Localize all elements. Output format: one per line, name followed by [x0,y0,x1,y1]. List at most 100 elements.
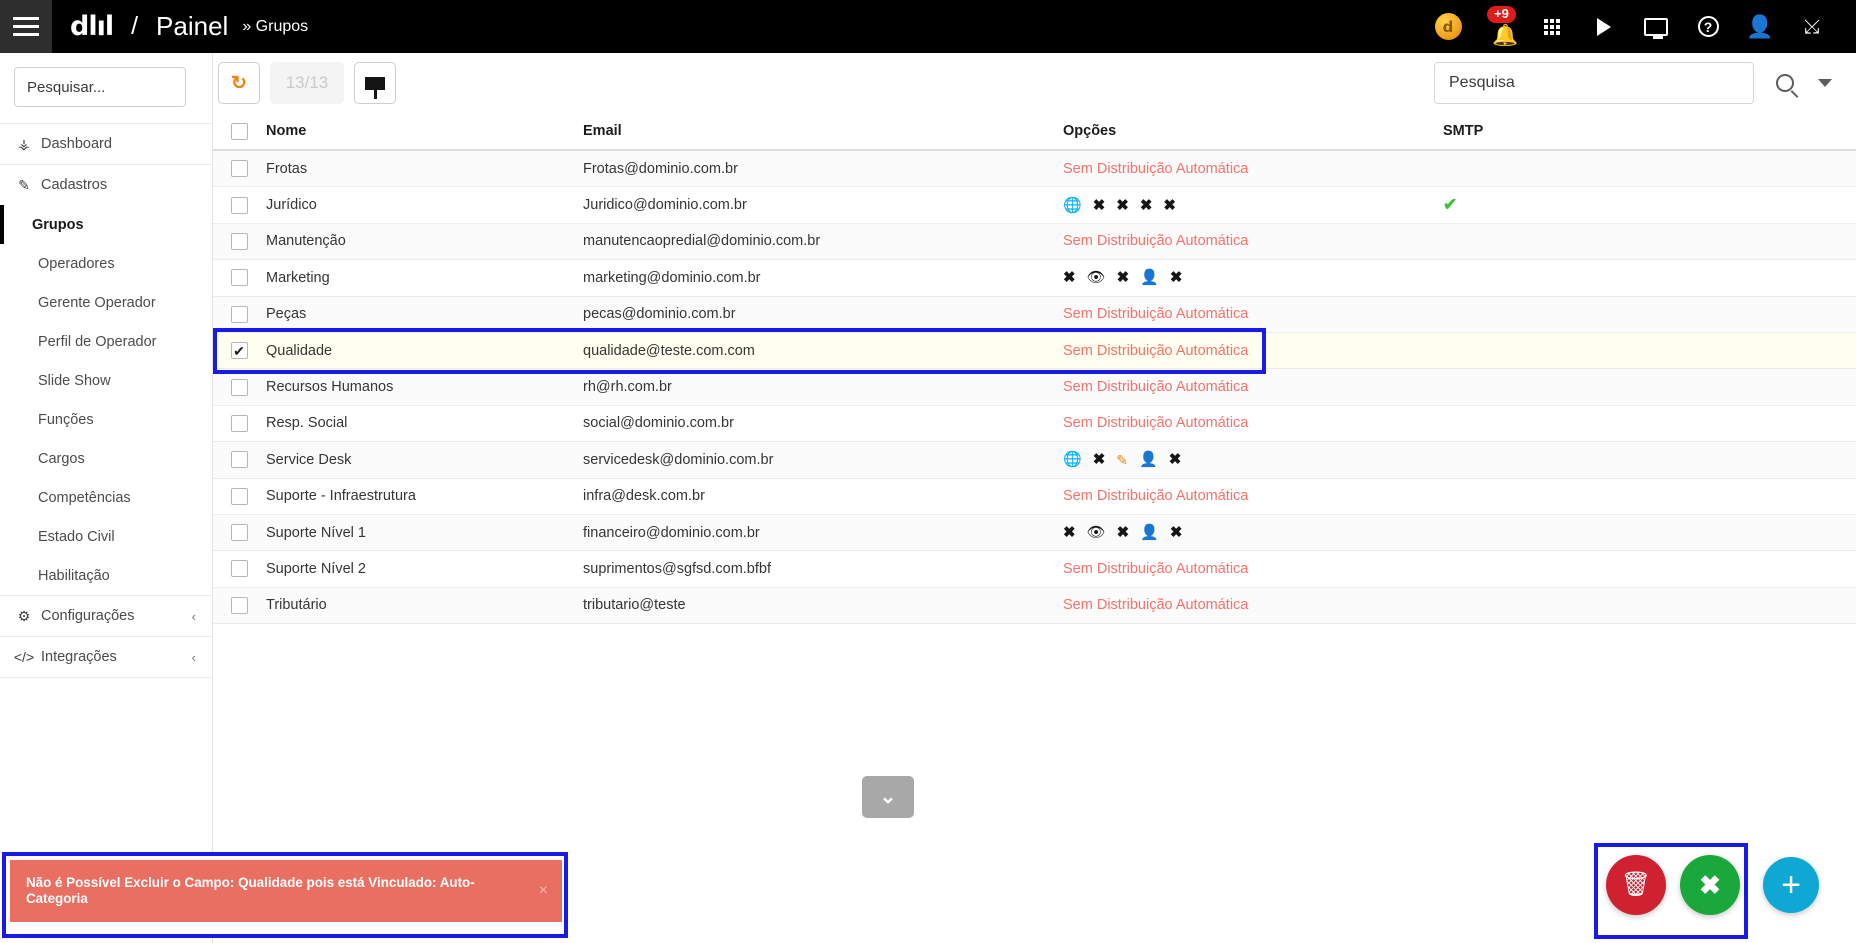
table-row[interactable]: Peças pecas@dominio.com.br Sem Distribuiçã… [213,296,1856,333]
apps-grid-icon[interactable] [1526,0,1578,53]
table-row[interactable]: Frotas Frotas@dominio.com.br Sem Distribui… [213,151,1856,188]
sidebar-item-configuracoes[interactable]: ⚙ Configurações ‹ [0,596,212,636]
help-glyph: ? [1697,16,1719,37]
sidebar-item-label: Habilitação [38,567,110,584]
x-icon[interactable]: ✖ [1140,198,1153,213]
filter-button[interactable] [354,62,396,104]
row-checkbox[interactable] [230,487,248,505]
eye-icon[interactable]: 👁 [1087,525,1106,540]
row-checkbox[interactable] [230,378,248,396]
cancel-fab[interactable]: ✖ [1680,855,1740,915]
cell-opcoes: 🌐 ✖ ✎ 👤 ✖ [1063,452,1443,467]
x-icon[interactable]: ✖ [1163,198,1176,213]
x-icon[interactable]: ✖ [1117,525,1130,540]
person-icon[interactable]: 👤 [1139,452,1158,467]
sidebar-item-integracoes[interactable]: </> Integrações ‹ [0,637,212,677]
table-row[interactable]: Marketing marketing@dominio.com.br ✖ 👁 ✖ 👤 ✖ [213,260,1856,297]
row-checkbox[interactable] [230,451,248,469]
select-all-checkbox[interactable] [230,122,248,140]
sidebar-item-cadastros[interactable]: ✎ Cadastros [0,165,212,205]
table-row[interactable]: Service Desk servicedesk@dominio.com.br 🌐 ✖… [213,442,1856,479]
row-checkbox[interactable] [230,232,248,250]
sidebar-search-input[interactable] [14,67,186,107]
hamburger-menu-icon[interactable] [0,0,52,53]
person-icon[interactable]: 👤 [1140,525,1159,540]
table-row[interactable]: Tributário tributario@teste Sem Distribuiç… [213,587,1856,625]
row-checkbox[interactable] [230,414,248,432]
no-auto-distribution-label: Sem Distribuição Automática [1063,233,1249,250]
cell-nome: Marketing [266,269,330,286]
delete-fab[interactable]: 🗑 [1606,855,1666,915]
cell-email: Frotas@dominio.com.br [583,160,738,177]
play-icon[interactable] [1578,0,1630,53]
chevron-down-icon[interactable] [1818,79,1832,87]
row-checkbox[interactable] [230,596,248,614]
add-fab[interactable]: + [1763,857,1819,913]
sidebar-item-perfil-de-operador[interactable]: Perfil de Operador [0,322,212,361]
search-input[interactable] [1434,62,1754,104]
row-checkbox[interactable]: ✔ [230,342,248,360]
table-row[interactable]: Manutenção manutencaopredial@dominio.com.… [213,223,1856,261]
table-row[interactable]: Resp. Social social@dominio.com.br Sem Dis… [213,406,1856,443]
x-icon[interactable]: ✖ [1169,452,1182,467]
x-icon[interactable]: ✖ [1063,525,1076,540]
bell-wrapper: +9 🔔 [1483,5,1518,46]
sidebar-item-dashboard[interactable]: ⚶ Dashboard [0,124,212,164]
search-icon[interactable] [1776,74,1794,92]
cell-email: manutencaopredial@dominio.com.br [583,233,821,250]
table-row[interactable]: Suporte - Infraestrutura infra@desk.com.b… [213,479,1856,515]
row-checkbox[interactable] [230,196,248,214]
x-icon[interactable]: ✖ [1170,525,1183,540]
no-auto-distribution-label: Sem Distribuição Automática [1063,306,1249,323]
globe-icon[interactable]: 🌐 [1063,452,1082,467]
help-icon[interactable]: ? [1682,0,1734,53]
sidebar-item-operadores[interactable]: Operadores [0,244,212,283]
close-icon[interactable]: × [531,882,548,900]
table-row[interactable]: Suporte Nível 1 financeiro@dominio.com.br… [213,514,1856,552]
x-icon[interactable]: ✖ [1116,198,1129,213]
error-toast: Não é Possível Excluir o Campo: Qualidad… [10,860,562,922]
x-icon[interactable]: ✖ [1093,452,1106,467]
cell-smtp: ✔ [1443,195,1573,215]
scroll-down-button[interactable]: ⌄ [862,776,914,818]
sidebar-item-competencias[interactable]: Competências [0,478,212,517]
sidebar-item-slide-show[interactable]: Slide Show [0,361,212,400]
row-checkbox[interactable] [230,269,248,287]
row-checkbox[interactable] [230,160,248,178]
coin-avatar[interactable]: d [1422,0,1474,53]
row-checkbox[interactable] [230,305,248,323]
row-checkbox[interactable] [230,524,248,542]
x-icon[interactable]: ✖ [1170,270,1183,285]
x-icon[interactable]: ✖ [1063,270,1076,285]
sidebar-item-label: Funções [38,411,94,428]
cell-opcoes: Sem Distribuição Automática [1063,233,1443,249]
table-row[interactable]: Suporte Nível 2 suprimentos@sgfsd.com.bfb… [213,551,1856,588]
table-row[interactable]: Recursos Humanos rh@rh.com.br Sem Distribu… [213,369,1856,406]
sidebar-item-label: Configurações [41,608,135,624]
fullscreen-icon[interactable]: ⤩ [1786,0,1838,53]
row-checkbox[interactable] [230,560,248,578]
user-icon[interactable]: 👤 [1734,0,1786,53]
sidebar-item-estado-civil[interactable]: Estado Civil [0,517,212,556]
sidebar-item-label: Integrações [41,649,117,665]
sidebar-item-grupos[interactable]: Grupos [0,205,212,244]
chevron-left-icon: ‹ [191,608,196,624]
notifications-bell-icon[interactable]: +9 🔔 [1474,0,1526,53]
cell-email: tributario@teste [583,597,686,614]
sidebar-item-habilitacao[interactable]: Habilitação [0,556,212,595]
cell-email: social@dominio.com.br [583,415,734,432]
person-icon[interactable]: 👤 [1140,270,1159,285]
table-row[interactable]: ✔ Qualidade qualidade@teste.com.com Sem Dis… [213,327,1856,374]
sidebar-item-cargos[interactable]: Cargos [0,439,212,478]
sidebar-item-funcoes[interactable]: Funções [0,400,212,439]
sidebar-item-gerente-operador[interactable]: Gerente Operador [0,283,212,322]
x-icon[interactable]: ✖ [1117,270,1130,285]
eye-icon[interactable]: 👁 [1087,270,1106,285]
x-icon[interactable]: ✖ [1093,198,1106,213]
table-row[interactable]: Jurídico Juridico@dominio.com.br 🌐 ✖ ✖ ✖ ✖ ✔ [213,187,1856,224]
monitor-icon[interactable] [1630,0,1682,53]
globe-icon[interactable]: 🌐 [1063,198,1082,213]
pencil-icon[interactable]: ✎ [1116,453,1128,467]
column-header-opcoes: Opções [1063,123,1117,139]
refresh-button[interactable]: ↻ [218,62,260,104]
